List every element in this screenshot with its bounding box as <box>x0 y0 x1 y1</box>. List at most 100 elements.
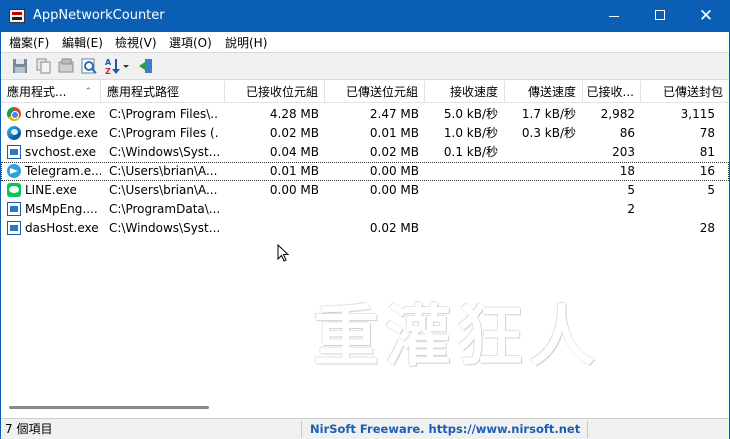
receive-speed-cell: 5.0 kB/秒 <box>443 107 498 121</box>
col-header-receive-speed[interactable]: 接收速度 <box>425 81 505 103</box>
send-speed-cell: 0.3 kB/秒 <box>521 126 576 140</box>
mouse-cursor-icon <box>277 244 289 262</box>
sent-bytes-cell: 0.02 MB <box>369 221 419 235</box>
copy-icon[interactable] <box>33 56 53 76</box>
svg-text:A: A <box>105 58 112 67</box>
app-name-cell: Telegram.e... <box>25 164 101 178</box>
save-icon[interactable] <box>10 56 30 76</box>
receive-speed-cell <box>425 219 498 238</box>
send-speed-cell <box>505 162 576 181</box>
col-header-sent-packets[interactable]: 已傳送封包 <box>641 81 729 103</box>
receive-speed-cell: 0.1 kB/秒 <box>443 145 498 159</box>
app-name-cell: svchost.exe <box>25 145 96 159</box>
app-name-cell: MsMpEng.... <box>25 202 98 216</box>
app-icon <box>9 9 25 23</box>
window-icon <box>7 221 21 235</box>
table-row[interactable]: dasHost.exe C:\Windows\Syst... 0.02 MB 28 <box>1 219 729 238</box>
table-row[interactable]: LINE.exe C:\Users\brian\A... 0.00 MB 0.00 M… <box>1 181 729 200</box>
col-header-received-packets[interactable]: 已接收... <box>583 81 641 103</box>
table-row[interactable]: Telegram.e... C:\Users\brian\A... 0.01 MB 0… <box>1 162 729 181</box>
close-button[interactable]: ✕ <box>683 1 729 32</box>
sent-bytes-cell: 0.00 MB <box>369 183 419 197</box>
received-bytes-cell: 0.02 MB <box>269 126 319 140</box>
app-window: AppNetworkCounter ✕ 檔案(F) 編輯(E) 檢視(V) 選項… <box>0 0 730 439</box>
sent-packets-cell: 28 <box>699 221 715 235</box>
sent-packets-cell: 81 <box>699 145 715 159</box>
maximize-button[interactable] <box>637 1 683 32</box>
sent-packets-cell: 16 <box>699 164 715 178</box>
receive-speed-cell <box>425 200 498 219</box>
app-name-cell: msedge.exe <box>25 126 99 140</box>
svg-text:Z: Z <box>105 67 111 76</box>
edge-icon <box>7 126 21 140</box>
menu-file[interactable]: 檔案(F) <box>9 34 49 51</box>
sent-bytes-cell: 0.01 MB <box>369 126 419 140</box>
received-bytes-cell: 4.28 MB <box>269 107 319 121</box>
send-speed-cell: 1.7 kB/秒 <box>521 107 576 121</box>
col-header-app-name[interactable]: 應用程式... ⌃ <box>1 81 101 103</box>
watermark: 重灌狂人 <box>313 298 601 375</box>
app-path-cell: C:\Users\brian\A... <box>109 164 218 178</box>
menu-bar: 檔案(F) 編輯(E) 檢視(V) 選項(O) 說明(H) <box>1 32 729 52</box>
col-header-send-speed[interactable]: 傳送速度 <box>505 81 583 103</box>
chrome-icon <box>7 107 21 121</box>
received-packets-cell: 5 <box>627 183 635 197</box>
received-packets-cell <box>583 219 635 238</box>
receive-speed-cell <box>425 162 498 181</box>
minimize-button[interactable] <box>591 1 637 32</box>
item-count: 7 個項目 <box>5 422 53 436</box>
received-packets-cell: 2,982 <box>600 107 635 121</box>
sent-packets-cell: 78 <box>699 126 715 140</box>
status-divider <box>587 421 588 438</box>
maximize-icon <box>655 10 665 20</box>
sent-bytes-cell <box>325 200 419 219</box>
received-bytes-cell: 0.00 MB <box>269 183 319 197</box>
app-path-cell: C:\Users\brian\A... <box>109 183 218 197</box>
window-icon <box>7 202 21 216</box>
line-icon <box>7 183 21 197</box>
menu-view[interactable]: 檢視(V) <box>115 34 157 51</box>
scrollbar-thumb[interactable] <box>9 406 209 409</box>
sort-az-icon[interactable]: AZ <box>103 56 131 76</box>
app-path-cell: C:\Program Files (... <box>109 126 219 140</box>
send-speed-cell <box>505 219 576 238</box>
table-row[interactable]: svchost.exe C:\Windows\Syst... 0.04 MB 0.02… <box>1 143 729 162</box>
col-header-received-bytes[interactable]: 已接收位元組 <box>225 81 325 103</box>
menu-edit[interactable]: 編輯(E) <box>62 34 103 51</box>
sort-ascending-icon: ⌃ <box>84 87 92 97</box>
status-bar: 7 個項目 NirSoft Freeware. https://www.nirs… <box>1 418 729 439</box>
app-path-cell: C:\ProgramData\... <box>109 202 219 216</box>
received-bytes-cell: 0.04 MB <box>269 145 319 159</box>
received-packets-cell: 18 <box>619 164 635 178</box>
app-path-cell: C:\Windows\Syst... <box>109 145 219 159</box>
telegram-icon <box>7 164 21 178</box>
app-name-cell: chrome.exe <box>25 107 96 121</box>
table-row[interactable]: chrome.exe C:\Program Files\... 4.28 MB 2.4… <box>1 105 729 124</box>
app-path-cell: C:\Windows\Syst... <box>109 221 219 235</box>
nirsoft-link[interactable]: NirSoft Freeware. https://www.nirsoft.ne… <box>310 421 580 438</box>
app-path-cell: C:\Program Files\... <box>109 107 219 121</box>
receive-speed-cell <box>425 181 498 200</box>
status-divider <box>301 421 302 438</box>
table-row[interactable]: msedge.exe C:\Program Files (... 0.02 MB 0.… <box>1 124 729 143</box>
title-bar[interactable]: AppNetworkCounter ✕ <box>1 1 729 32</box>
col-header-app-path[interactable]: 應用程式路徑 <box>101 81 225 103</box>
window-icon <box>7 145 21 159</box>
find-icon[interactable] <box>79 56 99 76</box>
col-header-label: 應用程式... <box>7 85 67 99</box>
send-speed-cell <box>505 200 576 219</box>
received-bytes-cell <box>225 200 319 219</box>
minimize-icon <box>609 16 619 17</box>
properties-icon[interactable] <box>56 56 76 76</box>
col-header-sent-bytes[interactable]: 已傳送位元組 <box>325 81 425 103</box>
receive-speed-cell: 1.0 kB/秒 <box>443 126 498 140</box>
toolbar: AZ <box>1 52 729 80</box>
horizontal-scrollbar[interactable] <box>1 400 729 417</box>
menu-help[interactable]: 說明(H) <box>225 34 267 51</box>
menu-options[interactable]: 選項(O) <box>169 34 212 51</box>
exit-icon[interactable] <box>136 56 156 76</box>
received-bytes-cell <box>225 219 319 238</box>
received-packets-cell: 2 <box>627 202 635 216</box>
table-row[interactable]: MsMpEng.... C:\ProgramData\... 2 <box>1 200 729 219</box>
sent-packets-cell: 5 <box>707 183 715 197</box>
